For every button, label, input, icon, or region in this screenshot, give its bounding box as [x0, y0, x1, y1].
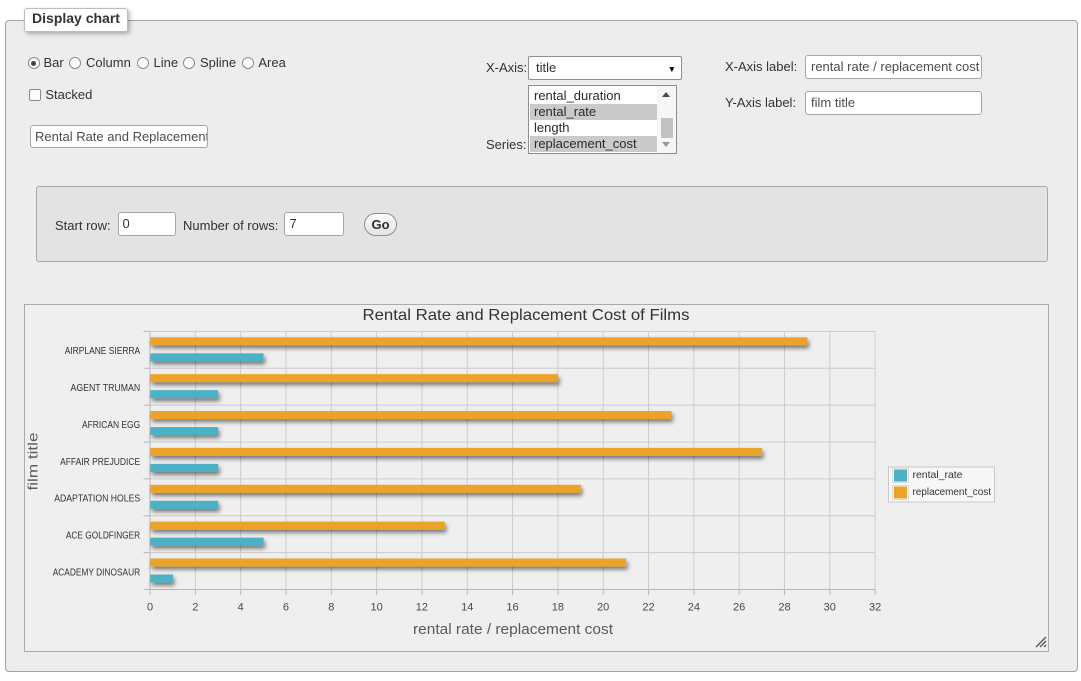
svg-text:4: 4: [238, 601, 244, 613]
svg-text:24: 24: [688, 601, 700, 613]
svg-text:12: 12: [416, 601, 428, 613]
svg-text:ADAPTATION HOLES: ADAPTATION HOLES: [54, 494, 140, 505]
svg-text:18: 18: [552, 601, 564, 613]
svg-text:28: 28: [778, 601, 790, 613]
svg-text:22: 22: [642, 601, 654, 613]
svg-text:14: 14: [461, 601, 473, 613]
svg-text:Rental Rate and Replacement Co: Rental Rate and Replacement Cost of Film…: [363, 307, 690, 324]
svg-text:rental_rate: rental_rate: [913, 469, 963, 481]
svg-text:6: 6: [283, 601, 289, 613]
svg-text:26: 26: [733, 601, 745, 613]
svg-text:ACE GOLDFINGER: ACE GOLDFINGER: [66, 530, 140, 541]
svg-text:AFRICAN EGG: AFRICAN EGG: [82, 420, 140, 431]
svg-text:0: 0: [147, 601, 153, 613]
svg-text:ACADEMY DINOSAUR: ACADEMY DINOSAUR: [53, 567, 141, 578]
svg-text:10: 10: [370, 601, 382, 613]
svg-text:16: 16: [506, 601, 518, 613]
svg-text:2: 2: [192, 601, 198, 613]
svg-text:30: 30: [824, 601, 836, 613]
svg-text:AIRPLANE SIERRA: AIRPLANE SIERRA: [65, 346, 141, 357]
svg-text:AGENT TRUMAN: AGENT TRUMAN: [71, 383, 141, 394]
svg-text:rental rate / replacement cost: rental rate / replacement cost: [413, 621, 614, 638]
svg-text:20: 20: [597, 601, 609, 613]
svg-text:replacement_cost: replacement_cost: [913, 486, 992, 498]
svg-text:8: 8: [328, 601, 334, 613]
svg-text:AFFAIR PREJUDICE: AFFAIR PREJUDICE: [60, 457, 140, 468]
svg-text:32: 32: [869, 601, 881, 613]
svg-text:film title: film title: [25, 432, 41, 490]
